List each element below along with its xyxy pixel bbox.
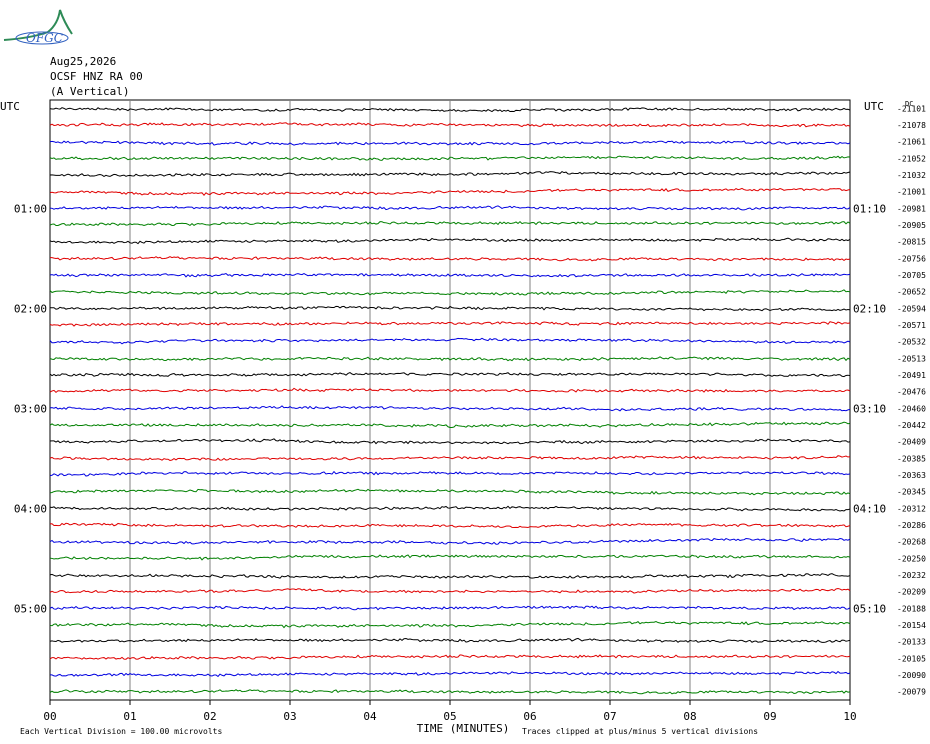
right-time-label: 01:10 bbox=[853, 202, 886, 215]
dc-offset-label: -20312 bbox=[897, 504, 926, 513]
dc-offset-label: -20188 bbox=[897, 604, 926, 613]
dc-offset-label: -21078 bbox=[897, 121, 926, 130]
dc-offset-label: -20154 bbox=[897, 621, 926, 630]
x-tick-label: 00 bbox=[43, 710, 56, 723]
dc-offset-label: -20594 bbox=[897, 304, 926, 313]
dc-offset-label: -20705 bbox=[897, 271, 926, 280]
dc-label: DC bbox=[905, 100, 913, 108]
dc-offset-label: -20652 bbox=[897, 288, 926, 297]
dc-offset-label: -20105 bbox=[897, 654, 926, 663]
dc-offset-label: -20815 bbox=[897, 238, 926, 247]
dc-offset-label: -20571 bbox=[897, 321, 926, 330]
helicorder-plot: -21101-21078-21061-21052-21032-21001-209… bbox=[0, 99, 926, 736]
x-tick-label: 07 bbox=[603, 710, 616, 723]
left-utc-title: UTC bbox=[0, 100, 20, 113]
dc-offset-label: -20268 bbox=[897, 538, 926, 547]
dc-offset-label: -20442 bbox=[897, 421, 926, 430]
dc-offset-label: -20491 bbox=[897, 371, 926, 380]
dc-offset-label: -21061 bbox=[897, 138, 926, 147]
dc-offset-label: -20460 bbox=[897, 404, 926, 413]
clip-note: Traces clipped at plus/minus 5 vertical … bbox=[522, 727, 758, 736]
x-tick-label: 06 bbox=[523, 710, 536, 723]
dc-offset-label: -20409 bbox=[897, 438, 926, 447]
dc-offset-label: -20133 bbox=[897, 638, 926, 647]
dc-offset-label: -20345 bbox=[897, 488, 926, 497]
dc-offset-label: -21052 bbox=[897, 154, 926, 163]
right-time-label: 04:10 bbox=[853, 502, 886, 515]
dc-offset-label: -20286 bbox=[897, 521, 926, 530]
dc-offset-label: -20756 bbox=[897, 254, 926, 263]
x-tick-label: 08 bbox=[683, 710, 696, 723]
scale-note: Each Vertical Division = 100.00 microvol… bbox=[20, 727, 222, 736]
right-time-label: 02:10 bbox=[853, 302, 886, 315]
x-tick-label: 09 bbox=[763, 710, 776, 723]
dc-offset-label: -20250 bbox=[897, 554, 926, 563]
left-time-label: 05:00 bbox=[14, 602, 47, 615]
dc-offset-label: -20981 bbox=[897, 204, 926, 213]
dc-offset-label: -21032 bbox=[897, 171, 926, 180]
dc-offset-label: -20232 bbox=[897, 571, 926, 580]
x-tick-label: 03 bbox=[283, 710, 296, 723]
right-utc-title: UTC bbox=[864, 100, 884, 113]
dc-offset-label: -20905 bbox=[897, 221, 926, 230]
x-tick-label: 01 bbox=[123, 710, 136, 723]
x-tick-label: 10 bbox=[843, 710, 856, 723]
dc-offset-label: -20363 bbox=[897, 471, 926, 480]
left-time-label: 03:00 bbox=[14, 402, 47, 415]
right-time-label: 03:10 bbox=[853, 402, 886, 415]
right-time-label: 05:10 bbox=[853, 602, 886, 615]
dc-offset-label: -20209 bbox=[897, 588, 926, 597]
x-tick-label: 04 bbox=[363, 710, 377, 723]
dc-offset-label: -20476 bbox=[897, 388, 926, 397]
left-time-label: 04:00 bbox=[14, 502, 47, 515]
left-time-label: 01:00 bbox=[14, 202, 47, 215]
x-tick-label: 02 bbox=[203, 710, 216, 723]
dc-offset-label: -20090 bbox=[897, 671, 926, 680]
x-axis-title: TIME (MINUTES) bbox=[417, 722, 510, 735]
dc-offset-label: -20513 bbox=[897, 354, 926, 363]
dc-offset-label: -20385 bbox=[897, 454, 926, 463]
dc-offset-label: -21001 bbox=[897, 188, 926, 197]
dc-offset-label: -20532 bbox=[897, 338, 926, 347]
dc-offset-label: -20079 bbox=[897, 688, 926, 697]
left-time-label: 02:00 bbox=[14, 302, 47, 315]
